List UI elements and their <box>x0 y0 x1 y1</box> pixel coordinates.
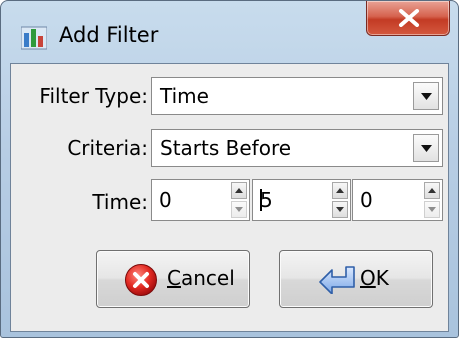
text-cursor <box>260 189 262 211</box>
cancel-label: Cancel <box>167 266 235 290</box>
window-title: Add Filter <box>59 23 159 47</box>
criteria-label: Criteria: <box>67 136 148 160</box>
arrow-up-icon <box>235 188 243 193</box>
close-button[interactable] <box>366 1 450 36</box>
filter-type-select[interactable]: Time <box>151 77 443 115</box>
criteria-value: Starts Before <box>160 136 292 160</box>
seconds-increment-button[interactable] <box>424 182 440 199</box>
arrow-up-icon <box>336 188 344 193</box>
arrow-down-icon <box>336 207 344 212</box>
close-x-icon <box>399 9 419 27</box>
cancel-icon <box>125 264 157 296</box>
title-bar[interactable]: Add Filter <box>1 1 458 63</box>
minutes-decrement-button[interactable] <box>332 201 348 218</box>
filter-type-dropdown-button[interactable] <box>413 82 439 110</box>
filter-type-label: Filter Type: <box>39 84 148 108</box>
seconds-decrement-button[interactable] <box>424 201 440 218</box>
add-filter-dialog: Add Filter Filter Type: Time Criteria: S… <box>0 0 459 338</box>
bar-chart-icon <box>20 25 48 51</box>
arrow-down-icon <box>235 207 243 212</box>
time-hours-value: 0 <box>159 188 172 212</box>
time-seconds-spinner[interactable]: 0 <box>352 179 443 221</box>
arrow-down-icon <box>428 207 436 212</box>
filter-type-value: Time <box>160 84 209 108</box>
criteria-select[interactable]: Starts Before <box>151 129 443 167</box>
time-seconds-value: 0 <box>360 188 373 212</box>
dialog-content: Filter Type: Time Criteria: Starts Befor… <box>10 63 449 332</box>
minutes-increment-button[interactable] <box>332 182 348 199</box>
criteria-dropdown-button[interactable] <box>413 134 439 162</box>
triangle-down-icon <box>421 93 432 100</box>
time-minutes-spinner[interactable]: 5 <box>252 179 351 221</box>
hours-decrement-button[interactable] <box>231 201 247 218</box>
time-hours-spinner[interactable]: 0 <box>151 179 250 221</box>
hours-increment-button[interactable] <box>231 182 247 199</box>
ok-button[interactable]: OK <box>279 250 433 308</box>
arrow-up-icon <box>428 188 436 193</box>
time-label: Time: <box>92 190 148 214</box>
triangle-down-icon <box>421 145 432 152</box>
return-arrow-icon <box>319 266 355 294</box>
cancel-button[interactable]: Cancel <box>96 250 250 308</box>
ok-label: OK <box>360 266 389 290</box>
